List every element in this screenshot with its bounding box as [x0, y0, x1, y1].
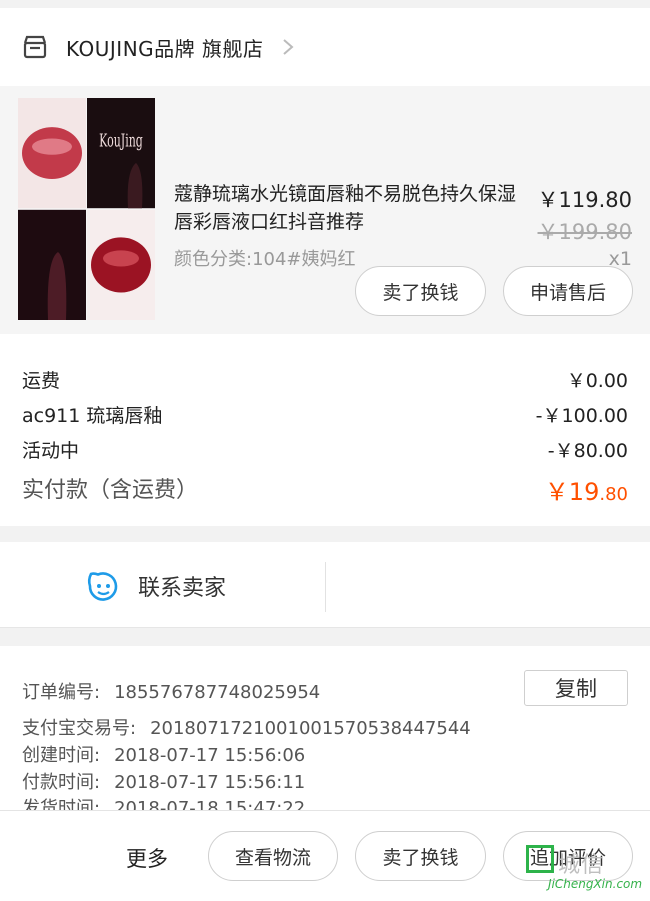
alipay-label: 支付宝交易号: [22, 718, 137, 739]
watermark-text: 城信 [558, 853, 605, 878]
site-watermark: 城信 JiChengXin.com [526, 845, 644, 895]
store-name: KOUJING品牌 旗舰店 [66, 36, 264, 61]
coupon-row: ac911 琉璃唇釉 -￥100.00 [22, 401, 628, 428]
product-price: ￥119.80 [537, 188, 632, 212]
sell-for-cash-button[interactable]: 卖了换钱 [355, 266, 486, 316]
store-header[interactable]: KOUJING品牌 旗舰店 [0, 8, 650, 86]
product-title[interactable]: 蔻静琉璃水光镜面唇釉不易脱色持久保湿唇彩唇液口红抖音推荐 [174, 180, 524, 236]
fee-summary: 运费 ￥0.00 ac911 琉璃唇釉 -￥100.00 活动中 -￥80.00… [0, 334, 650, 526]
after-sale-button[interactable]: 申请售后 [503, 266, 633, 316]
shipped-time: 2018-07-18 15:47:22 [114, 798, 306, 810]
divider [325, 562, 326, 612]
total-cents: .80 [599, 484, 628, 505]
order-number-label: 订单编号: [22, 682, 101, 703]
total-amount: ￥19.80 [545, 472, 628, 507]
thumb-logo-text: KouJing [99, 131, 143, 151]
copy-button[interactable]: 复制 [524, 670, 628, 706]
more-button[interactable]: 更多 [126, 843, 168, 873]
promo-value: -￥80.00 [547, 440, 628, 462]
alipay-number: 2018071721001001570538447544 [150, 718, 471, 739]
sell-for-cash-bottom-button[interactable]: 卖了换钱 [355, 831, 486, 881]
paid-time: 2018-07-17 15:56:11 [114, 772, 306, 793]
total-main: ￥19 [544, 478, 600, 506]
product-original-price: ￥199.80 [537, 220, 632, 244]
total-label: 实付款（含运费） [22, 478, 199, 503]
order-number: 185576787748025954 [114, 682, 321, 703]
coupon-value: -￥100.00 [535, 405, 628, 427]
order-info: 订单编号: 185576787748025954 复制 支付宝交易号: 201807… [0, 646, 650, 810]
view-logistics-button[interactable]: 查看物流 [208, 831, 338, 881]
shipping-label: 运费 [22, 370, 61, 392]
order-number-row: 订单编号: 185576787748025954 [22, 678, 320, 704]
order-detail-page: KOUJING品牌 旗舰店 KouJing 蔻静琉璃水光镜面唇釉不易脱色持久保湿… [0, 0, 650, 901]
store-icon [23, 35, 47, 59]
watermark-url: JiChengXin.com [548, 877, 643, 891]
shipped-label: 发货时间: [22, 798, 101, 810]
contact-seller-label: 联系卖家 [138, 576, 227, 601]
promo-row: 活动中 -￥80.00 [22, 436, 628, 463]
created-row: 创建时间: 2018-07-17 15:56:06 [22, 741, 305, 767]
paid-label: 付款时间: [22, 772, 101, 793]
coupon-label: ac911 琉璃唇釉 [22, 405, 163, 427]
shipped-row: 发货时间: 2018-07-18 15:47:22 [22, 794, 305, 810]
shipping-row: 运费 ￥0.00 [22, 366, 628, 393]
watermark-logo-icon [526, 845, 554, 873]
contact-section: 联系卖家 [0, 542, 650, 628]
total-row: 实付款（含运费） ￥19.80 [22, 472, 628, 507]
shipping-value: ￥0.00 [566, 370, 628, 392]
smile-chat-icon [87, 572, 118, 601]
paid-row: 付款时间: 2018-07-17 15:56:11 [22, 768, 305, 794]
chevron-right-icon [282, 39, 294, 55]
contact-seller-button[interactable]: 联系卖家 [84, 564, 226, 608]
created-label: 创建时间: [22, 745, 101, 766]
product-thumbnail[interactable]: KouJing [18, 98, 155, 320]
promo-label: 活动中 [22, 440, 80, 462]
product-item[interactable]: KouJing 蔻静琉璃水光镜面唇釉不易脱色持久保湿唇彩唇液口红抖音推荐 颜色分… [0, 86, 650, 334]
created-time: 2018-07-17 15:56:06 [114, 745, 306, 766]
product-sku: 颜色分类:104#姨妈红 [174, 249, 356, 270]
alipay-row: 支付宝交易号: 2018071721001001570538447544 [22, 714, 471, 740]
